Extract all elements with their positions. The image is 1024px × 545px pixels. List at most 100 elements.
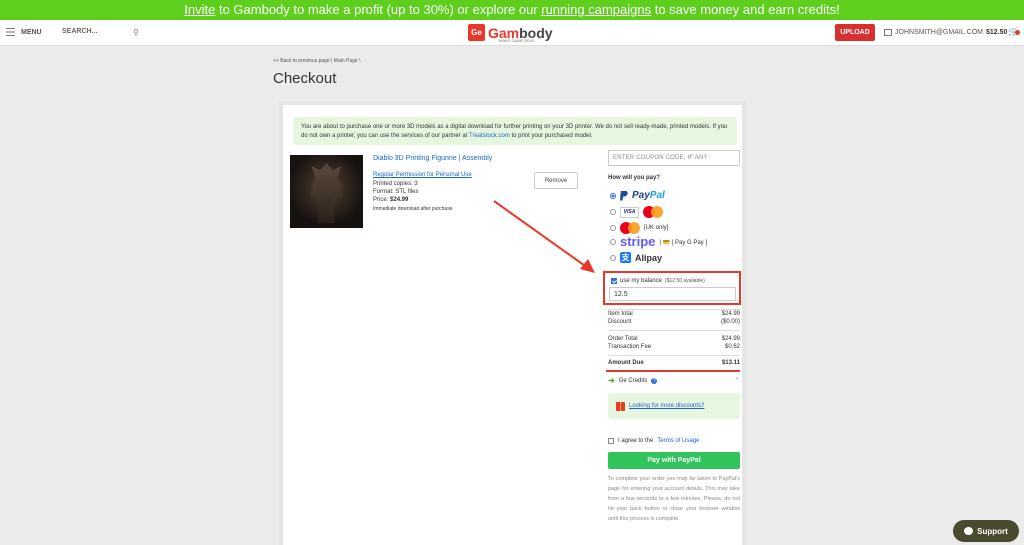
use-balance-option[interactable]: use my balance ($12.50 available) <box>611 278 705 284</box>
use-balance-box: use my balance ($12.50 available) 12.5 <box>603 271 741 305</box>
payment-option-alipay[interactable]: 支 Alipay <box>610 252 662 263</box>
uk-only-label: [UK only] <box>644 225 669 231</box>
divider <box>608 355 740 356</box>
amount-due-row: Amount Due $13.11 <box>608 360 740 366</box>
product-price: Price: $24.99 <box>373 197 408 203</box>
use-balance-label: use my balance <box>620 278 663 284</box>
page-title: Checkout <box>273 70 337 87</box>
top-header: MENU SEARCH... ⚲ Ge Gambody MAKE GAME RE… <box>0 20 1024 46</box>
uk-card-radio[interactable] <box>610 225 616 231</box>
alipay-icon: 支 <box>620 252 631 263</box>
digital-download-notice: You are about to purchase one or more 3D… <box>293 117 737 145</box>
notice-text-2: to print your purchased model. <box>509 133 593 139</box>
fee-value: $0.62 <box>724 344 740 350</box>
ge-credits-toggle[interactable]: ➜ Ge Credits ? <box>608 376 658 385</box>
delivery-note: Immediate download after purchase <box>373 206 453 212</box>
price-value: $24.99 <box>390 197 409 203</box>
payment-option-paypal[interactable]: PayPal <box>610 190 665 201</box>
stripe-wallets: | 💳 | Pay G Pay ] <box>659 239 708 246</box>
hamburger-icon <box>6 28 15 36</box>
paypal-logo-icon <box>620 190 628 201</box>
gift-icon <box>616 401 625 411</box>
payment-method-heading: How will you pay? <box>608 175 661 181</box>
promo-text-2: to save money and earn credits! <box>651 2 840 17</box>
mastercard-icon <box>620 222 640 234</box>
product-thumbnail[interactable] <box>290 155 363 228</box>
promo-text-1: to Gambody to make a profit (up to 30%) … <box>215 2 542 17</box>
agree-text: I agree to the <box>618 438 654 444</box>
permission-link[interactable]: Regular Permission for Personal Use <box>373 172 472 178</box>
order-total-label: Order Total <box>608 336 638 342</box>
product-title-link[interactable]: Diablo 3D Printing Figurine | Assembly <box>373 155 492 162</box>
chat-icon <box>964 527 974 535</box>
logo-tagline: MAKE GAME REAL <box>499 38 535 43</box>
more-discounts-link[interactable]: Looking for more discounts? <box>629 403 704 409</box>
remove-button[interactable]: Remove <box>534 172 578 189</box>
file-format: Format: STL files <box>373 189 419 195</box>
support-button[interactable]: Support <box>953 520 1019 542</box>
payment-option-stripe[interactable]: stripe | 💳 | Pay G Pay ] <box>610 234 708 249</box>
account-balance: $12.50 <box>986 29 1008 36</box>
arrow-right-icon: ➜ <box>608 376 615 385</box>
cart-icon[interactable]: 🛒 <box>1008 27 1020 37</box>
payment-notice: To complete your order you may be taken … <box>608 476 740 522</box>
visa-icon: VISA <box>620 206 639 218</box>
amount-due-value: $13.11 <box>721 360 740 366</box>
paypal-word-2: Pal <box>649 190 665 201</box>
search-icon[interactable]: ⚲ <box>133 28 139 37</box>
account-menu[interactable]: JOHNSMITH@GMAIL.COM $12.50 <box>884 29 1007 36</box>
invite-link[interactable]: Invite <box>184 2 215 17</box>
promo-banner: Invite to Gambody to make a profit (up t… <box>0 0 1024 20</box>
ge-credits-label: Ge Credits <box>618 377 648 384</box>
order-total-row: Order Total $24.99 <box>608 336 740 342</box>
alipay-radio[interactable] <box>610 254 616 261</box>
cart-badge <box>1015 30 1020 35</box>
running-campaigns-link[interactable]: running campaigns <box>541 2 651 17</box>
pay-with-paypal-button[interactable]: Pay with PayPal <box>608 452 740 469</box>
discount-row: Discount ($0.00) <box>608 319 740 325</box>
amount-due-label: Amount Due <box>608 360 644 366</box>
logo-wordmark: Gambody <box>488 26 553 40</box>
payment-option-card[interactable]: VISA <box>610 206 663 218</box>
amount-due-highlight <box>606 370 740 372</box>
main-page-link[interactable]: Main Page <box>334 58 358 64</box>
upload-button[interactable]: UPLOAD <box>835 24 875 41</box>
menu-button[interactable]: MENU <box>6 28 42 36</box>
item-total-row: Item total $24.99 <box>608 311 740 317</box>
gambody-logo[interactable]: Ge Gambody MAKE GAME REAL <box>468 24 553 43</box>
discount-label: Discount <box>608 319 632 325</box>
balance-amount-input[interactable]: 12.5 <box>609 287 736 301</box>
support-label: Support <box>977 526 1008 536</box>
search-input[interactable]: SEARCH... <box>62 28 97 35</box>
breadcrumb: << Back to previous page | Main Page \ <box>273 58 360 64</box>
divider <box>608 330 740 331</box>
breadcrumb-sep: \ <box>357 58 361 64</box>
stripe-logo: stripe <box>620 234 656 249</box>
user-icon <box>884 29 892 36</box>
transaction-fee-row: Transaction Fee $0.62 <box>608 344 740 350</box>
use-balance-checkbox[interactable] <box>611 278 617 284</box>
mastercard-icon <box>643 206 663 218</box>
help-icon[interactable]: ? <box>651 377 658 384</box>
back-link[interactable]: << Back to previous page <box>273 58 330 64</box>
paypal-word-1: Pay <box>632 190 650 201</box>
divider <box>608 309 740 310</box>
balance-available: ($12.50 available) <box>665 278 705 284</box>
alipay-label: Alipay <box>635 252 663 263</box>
stripe-radio[interactable] <box>610 239 616 245</box>
agree-terms[interactable]: I agree to the Terms of Usage <box>608 438 699 444</box>
terms-of-usage-link[interactable]: Terms of Usage <box>657 438 699 444</box>
coupon-input[interactable]: ENTER COUPON CODE, IF ANY <box>608 150 740 166</box>
paypal-radio[interactable] <box>610 192 616 199</box>
discount-value: ($0.00) <box>720 319 740 325</box>
menu-label: MENU <box>21 28 42 36</box>
logo-badge-icon: Ge <box>468 24 485 41</box>
agree-checkbox[interactable] <box>608 438 614 444</box>
treatstock-link[interactable]: Treatstock.com <box>469 133 510 139</box>
checkout-panel: You are about to purchase one or more 3D… <box>279 101 746 545</box>
payment-option-uk-card[interactable]: [UK only] <box>610 222 668 234</box>
card-radio[interactable] <box>610 209 616 215</box>
order-total-value: $24.99 <box>721 336 740 342</box>
paypal-wordmark: PayPal <box>632 190 665 201</box>
account-email: JOHNSMITH@GMAIL.COM <box>895 29 983 36</box>
